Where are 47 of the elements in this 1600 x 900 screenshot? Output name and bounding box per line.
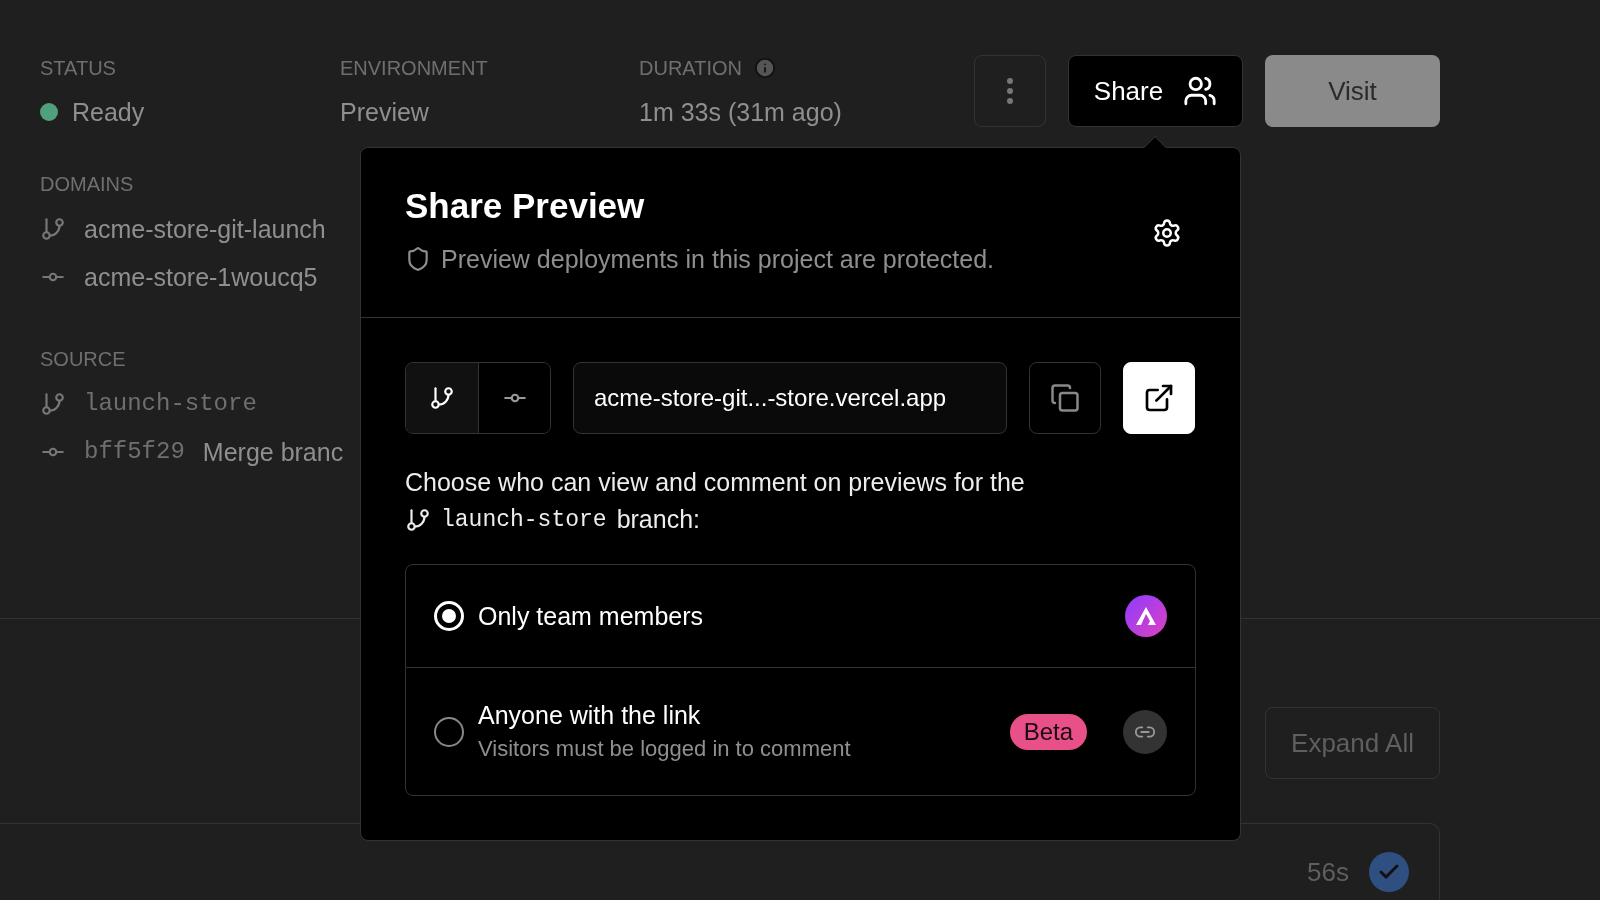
domain-link[interactable]: acme-store-git-launch — [84, 215, 326, 243]
expand-all-button[interactable]: Expand All — [1265, 707, 1440, 779]
shield-icon — [405, 246, 431, 272]
stat-value: Preview — [340, 97, 430, 127]
open-link-button[interactable] — [1123, 362, 1195, 434]
branch-icon — [40, 216, 66, 242]
option-label: Anyone with the link — [478, 699, 702, 730]
option-hint: Visitors must be logged in to comment — [478, 734, 852, 763]
copy-icon — [1050, 383, 1080, 413]
more-icon — [1007, 78, 1013, 104]
share-button[interactable]: Share — [1068, 55, 1243, 127]
description-text: Choose who can view and comment on previews for the — [405, 467, 1026, 498]
popover-title: Share Preview — [405, 185, 646, 227]
link-icon[interactable] — [1123, 709, 1167, 754]
stat-value: Ready — [72, 97, 145, 127]
stat-value: 1m 33s (31m ago) — [639, 97, 843, 127]
branch-name: launch-store — [441, 506, 607, 533]
duration-text: 56s — [1307, 856, 1349, 889]
settings-icon[interactable] — [1152, 218, 1182, 248]
popover-subtitle: Preview deployments in this project are protected. — [441, 244, 995, 274]
description-text: branch: — [616, 505, 701, 534]
team-avatar — [1125, 595, 1167, 637]
section-title: DOMAINS — [40, 173, 135, 195]
beta-badge: Beta — [1009, 713, 1087, 750]
source-code: bff5f29 — [84, 438, 185, 466]
people-icon — [1183, 74, 1218, 108]
url-field[interactable]: acme-store-git...-store.vercel.app — [573, 362, 1007, 434]
branch-icon — [429, 385, 455, 411]
radio-button[interactable] — [434, 716, 464, 747]
stat-label: STATUS — [40, 57, 117, 79]
domain-link[interactable]: acme-store-1woucq5 — [84, 263, 318, 291]
source-code: launch-store — [84, 390, 257, 418]
branch-toggle[interactable] — [406, 363, 478, 433]
branch-icon — [40, 391, 66, 417]
external-link-icon — [1143, 382, 1175, 414]
visit-button[interactable]: Visit — [1265, 55, 1440, 127]
commit-toggle[interactable] — [478, 363, 550, 433]
copy-button[interactable] — [1029, 362, 1101, 434]
commit-message: Merge branc — [202, 438, 344, 466]
stat-label: DURATION — [639, 57, 742, 79]
branch-icon — [405, 506, 431, 533]
option-label: Only team members — [478, 601, 705, 631]
status-dot — [40, 103, 58, 121]
section-title: SOURCE — [40, 348, 127, 370]
info-icon[interactable] — [753, 57, 776, 79]
stat-label: ENVIRONMENT — [340, 57, 489, 79]
check-icon — [1369, 852, 1409, 892]
